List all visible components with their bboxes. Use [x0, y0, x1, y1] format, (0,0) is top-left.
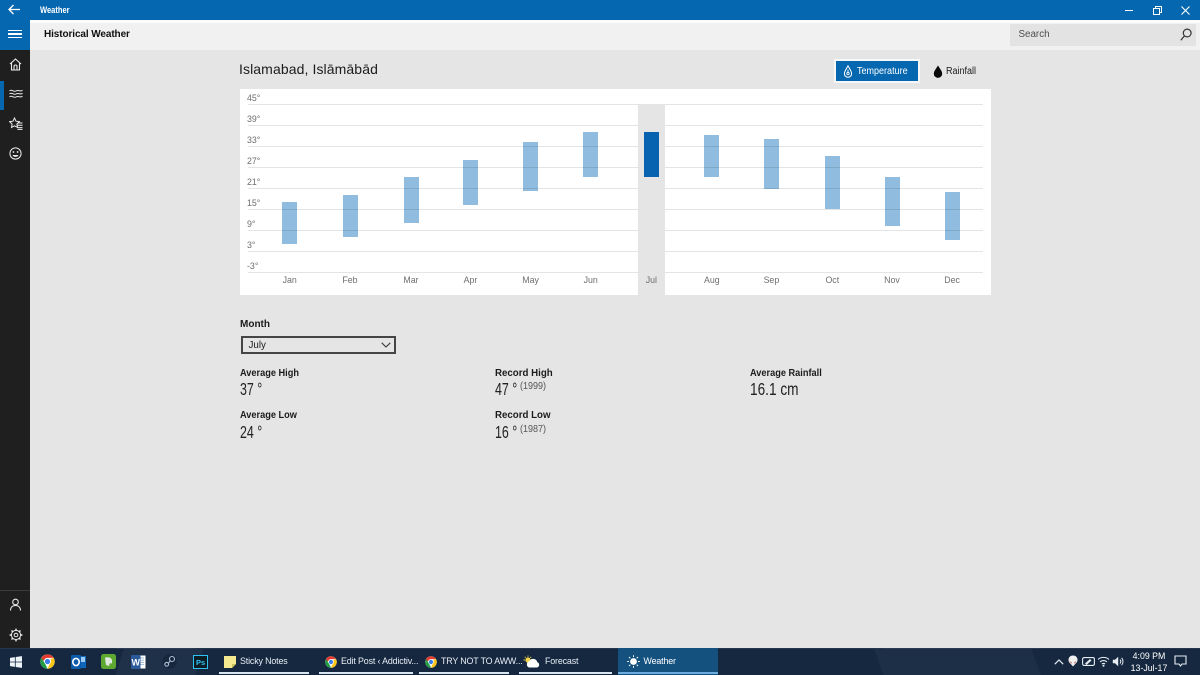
svg-text:W: W — [131, 657, 140, 667]
